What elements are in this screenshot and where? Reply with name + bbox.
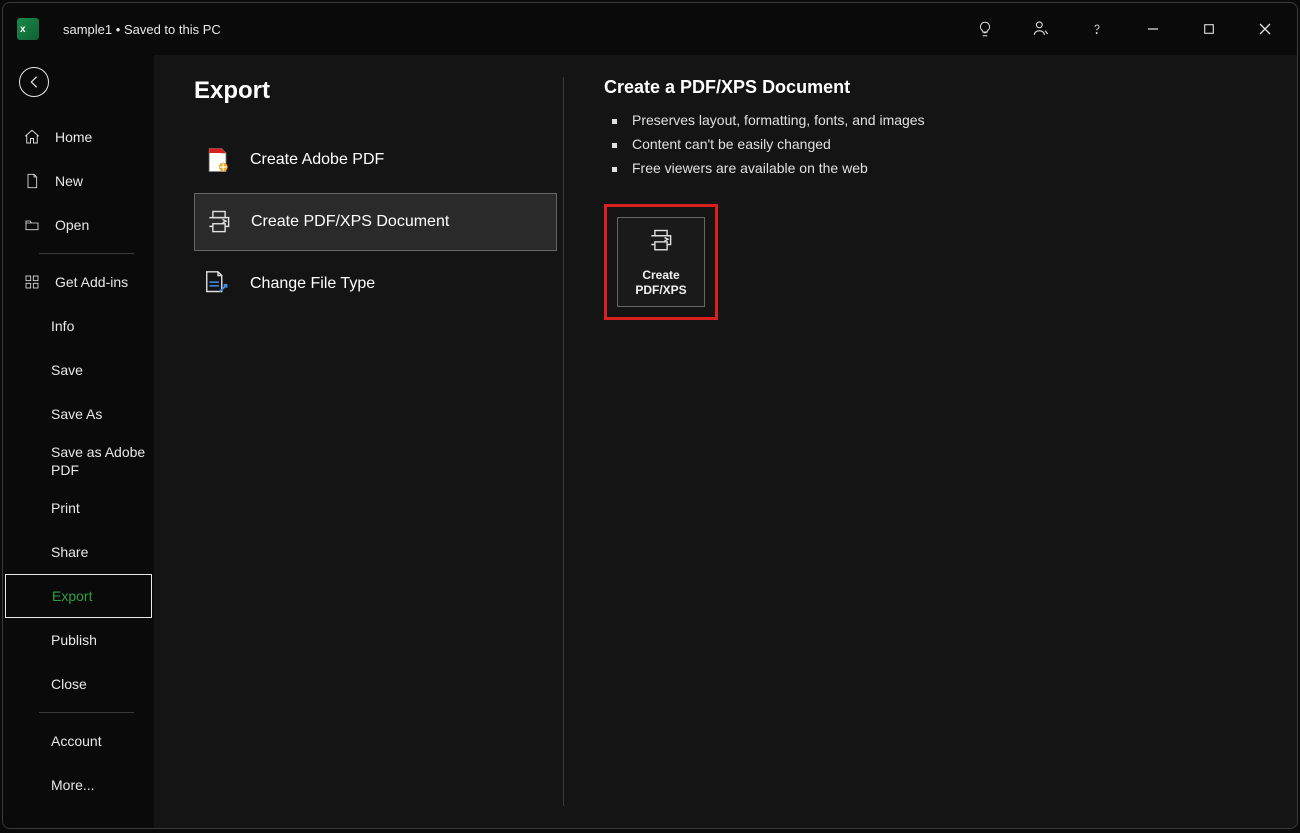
action-button-label: Create PDF/XPS [635,268,686,298]
create-pdf-xps-button[interactable]: Create PDF/XPS [617,217,705,307]
sidebar-label: More... [51,777,95,793]
sidebar-label: New [55,173,83,189]
sidebar-label: Home [55,129,92,145]
highlight-box: Create PDF/XPS [604,204,718,320]
sidebar-item-home[interactable]: Home [3,115,154,159]
sidebar-item-addins[interactable]: Get Add-ins [3,260,154,304]
sidebar-item-saveas[interactable]: Save As [3,392,154,436]
sidebar-label: Export [52,588,92,604]
sidebar-item-save-adobe-pdf[interactable]: Save as Adobe PDF [3,436,154,486]
sidebar-item-close[interactable]: Close [3,662,154,706]
divider [39,712,134,713]
document-icon [23,172,41,190]
lightbulb-icon[interactable] [963,9,1007,49]
save-status: Saved to this PC [124,22,221,37]
sidebar-label: Save As [51,406,102,422]
excel-app-icon [17,18,39,40]
close-button[interactable] [1243,9,1287,49]
option-label: Create Adobe PDF [250,151,384,169]
export-option-change-type[interactable]: Change File Type [194,255,557,313]
sidebar-label: Close [51,676,87,692]
sidebar-item-share[interactable]: Share [3,530,154,574]
export-option-adobe-pdf[interactable]: Create Adobe PDF [194,131,557,189]
pdf-adobe-icon [202,144,234,176]
bullet-item: Content can't be easily changed [604,132,925,156]
sidebar-label: Open [55,217,89,233]
sidebar-item-save[interactable]: Save [3,348,154,392]
sidebar-item-account[interactable]: Account [3,719,154,763]
home-icon [23,128,41,146]
maximize-button[interactable] [1187,9,1231,49]
window-title: sample1 • Saved to this PC [63,22,221,37]
sidebar-label: Publish [51,632,97,648]
sidebar-item-publish[interactable]: Publish [3,618,154,662]
help-icon[interactable] [1075,9,1119,49]
sidebar-item-print[interactable]: Print [3,486,154,530]
sidebar-label: Save as Adobe PDF [51,443,154,479]
sidebar-item-open[interactable]: Open [3,203,154,247]
sidebar-item-export[interactable]: Export [5,574,152,618]
grid-icon [23,273,41,291]
sidebar-label: Get Add-ins [55,274,128,290]
bullet-item: Preserves layout, formatting, fonts, and… [604,108,925,132]
change-type-icon [202,268,234,300]
bullet-item: Free viewers are available on the web [604,156,925,180]
sidebar-item-new[interactable]: New [3,159,154,203]
sidebar-label: Info [51,318,74,334]
detail-bullets: Preserves layout, formatting, fonts, and… [604,108,925,180]
sidebar-label: Save [51,362,83,378]
option-label: Change File Type [250,275,375,293]
sidebar-label: Account [51,733,102,749]
account-icon[interactable] [1019,9,1063,49]
detail-heading: Create a PDF/XPS Document [604,77,925,98]
printer-icon [203,206,235,238]
divider [39,253,134,254]
sidebar-label: Share [51,544,88,560]
sidebar-item-more[interactable]: More... [3,763,154,807]
back-button[interactable] [19,67,49,97]
page-title: Export [194,77,557,105]
printer-icon [645,227,677,260]
title-bar: sample1 • Saved to this PC [3,3,1297,55]
folder-icon [23,216,41,234]
main-panel: Export Create Adobe PDF [154,55,1297,828]
minimize-button[interactable] [1131,9,1175,49]
export-option-pdf-xps[interactable]: Create PDF/XPS Document [194,193,557,251]
option-label: Create PDF/XPS Document [251,213,449,231]
sidebar: Home New Open Get Add-ins [3,55,154,828]
sidebar-label: Print [51,500,80,516]
filename: sample1 [63,22,112,37]
sidebar-item-info[interactable]: Info [3,304,154,348]
